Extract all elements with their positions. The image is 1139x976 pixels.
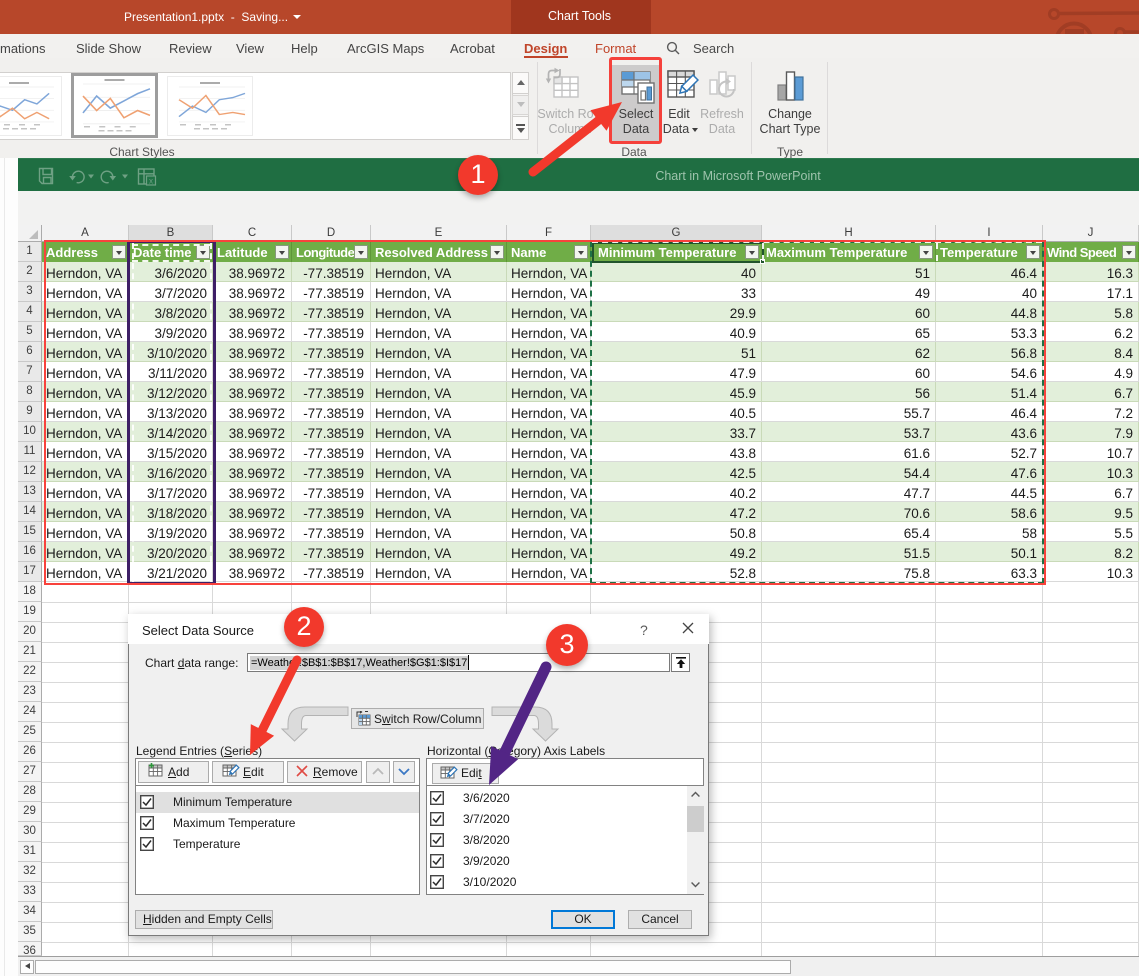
svg-text:x: x xyxy=(149,177,153,186)
